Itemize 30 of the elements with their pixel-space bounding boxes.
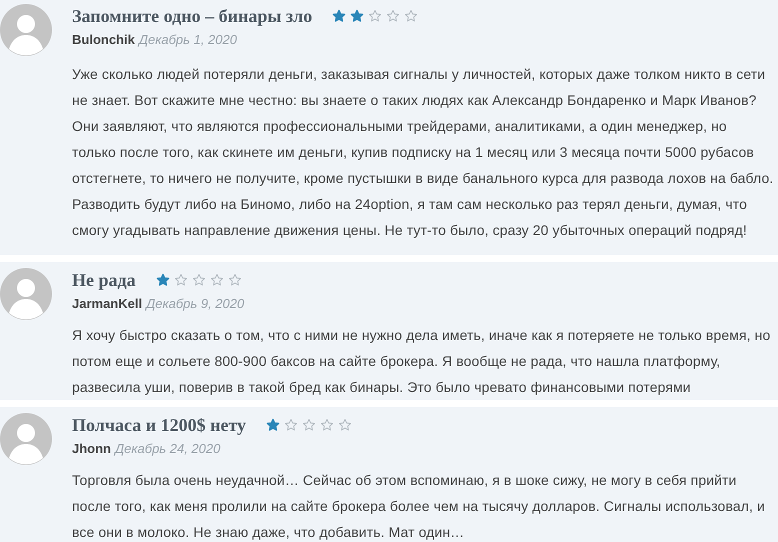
avatar-icon	[0, 413, 52, 465]
review-text: Торговля была очень неудачной… Сейчас об этом вспоминаю, я в шоке сижу, не могу в себя прийти после того, как меня пролили на сайте брокера более чем на тысячу долларов. Сигналы использовал, и все они в молоко. Не знаю даже, что добавить. Мат один…	[72, 471, 766, 542]
star-icon	[386, 9, 400, 23]
star-icon	[192, 273, 206, 287]
avatar-icon	[0, 4, 52, 56]
author-name: JarmanKell	[72, 296, 142, 311]
review-title: Запомните одно – бинары зло	[72, 6, 312, 26]
star-icon	[284, 418, 298, 432]
star-icon	[350, 9, 364, 23]
star-icon	[266, 418, 280, 432]
star-icon	[338, 418, 352, 432]
star-icon	[174, 273, 188, 287]
star-icon	[302, 418, 316, 432]
star-icon	[404, 9, 418, 23]
star-icon	[156, 273, 170, 287]
star-icon	[368, 9, 382, 23]
author-name: Bulonchik	[72, 32, 135, 47]
review-date: Декабрь 9, 2020	[146, 296, 244, 311]
review-text: Я хочу быстро сказать о том, что с ними не нужно дела иметь, иначе как я потеряете не только время, но потом еще и сольете 800-900 баксов на сайте брокера. Я вообще не рада, что нашла платформу, развесила уши, поверив в такой бред как бинары. Это было чревато финансовыми потерями	[72, 326, 772, 397]
review-title: Полчаса и 1200$ нету	[72, 414, 246, 436]
review-title: Не рада	[72, 270, 136, 290]
star-icon	[320, 418, 334, 432]
star-icon	[332, 9, 346, 23]
review-date: Декабрь 1, 2020	[138, 32, 237, 47]
star-icon	[210, 273, 224, 287]
review-text: Уже сколько людей потеряли деньги, заказывая сигналы у личностей, которых даже толком никто в сети не знает. Вот скажите мне честно: вы знаете о таких людях как Александр Бондаренко и Марк Иванов? Они заявляют, что являются профессиональными трейдерами, аналитиками, а один менеджер, но только после того, как скинете им деньги, купив подписку на 1 месяц или 3 месяца почти 5000 рубасов отстегнете, то ничего не получите, кроме пустышки в виде банального курса для развода лохов на бабло. Разводить будут либо на Биномо, либо на 24option, я там сам несколько раз терял деньги, думая, что смогу угадывать направление движения цены. Не тут-то было, сразу 20 убыточных операций подряд!	[72, 64, 774, 240]
avatar-icon	[0, 268, 52, 320]
author-name: Jhonn	[72, 441, 111, 456]
star-icon	[228, 273, 242, 287]
review-date: Декабрь 24, 2020	[115, 441, 220, 456]
